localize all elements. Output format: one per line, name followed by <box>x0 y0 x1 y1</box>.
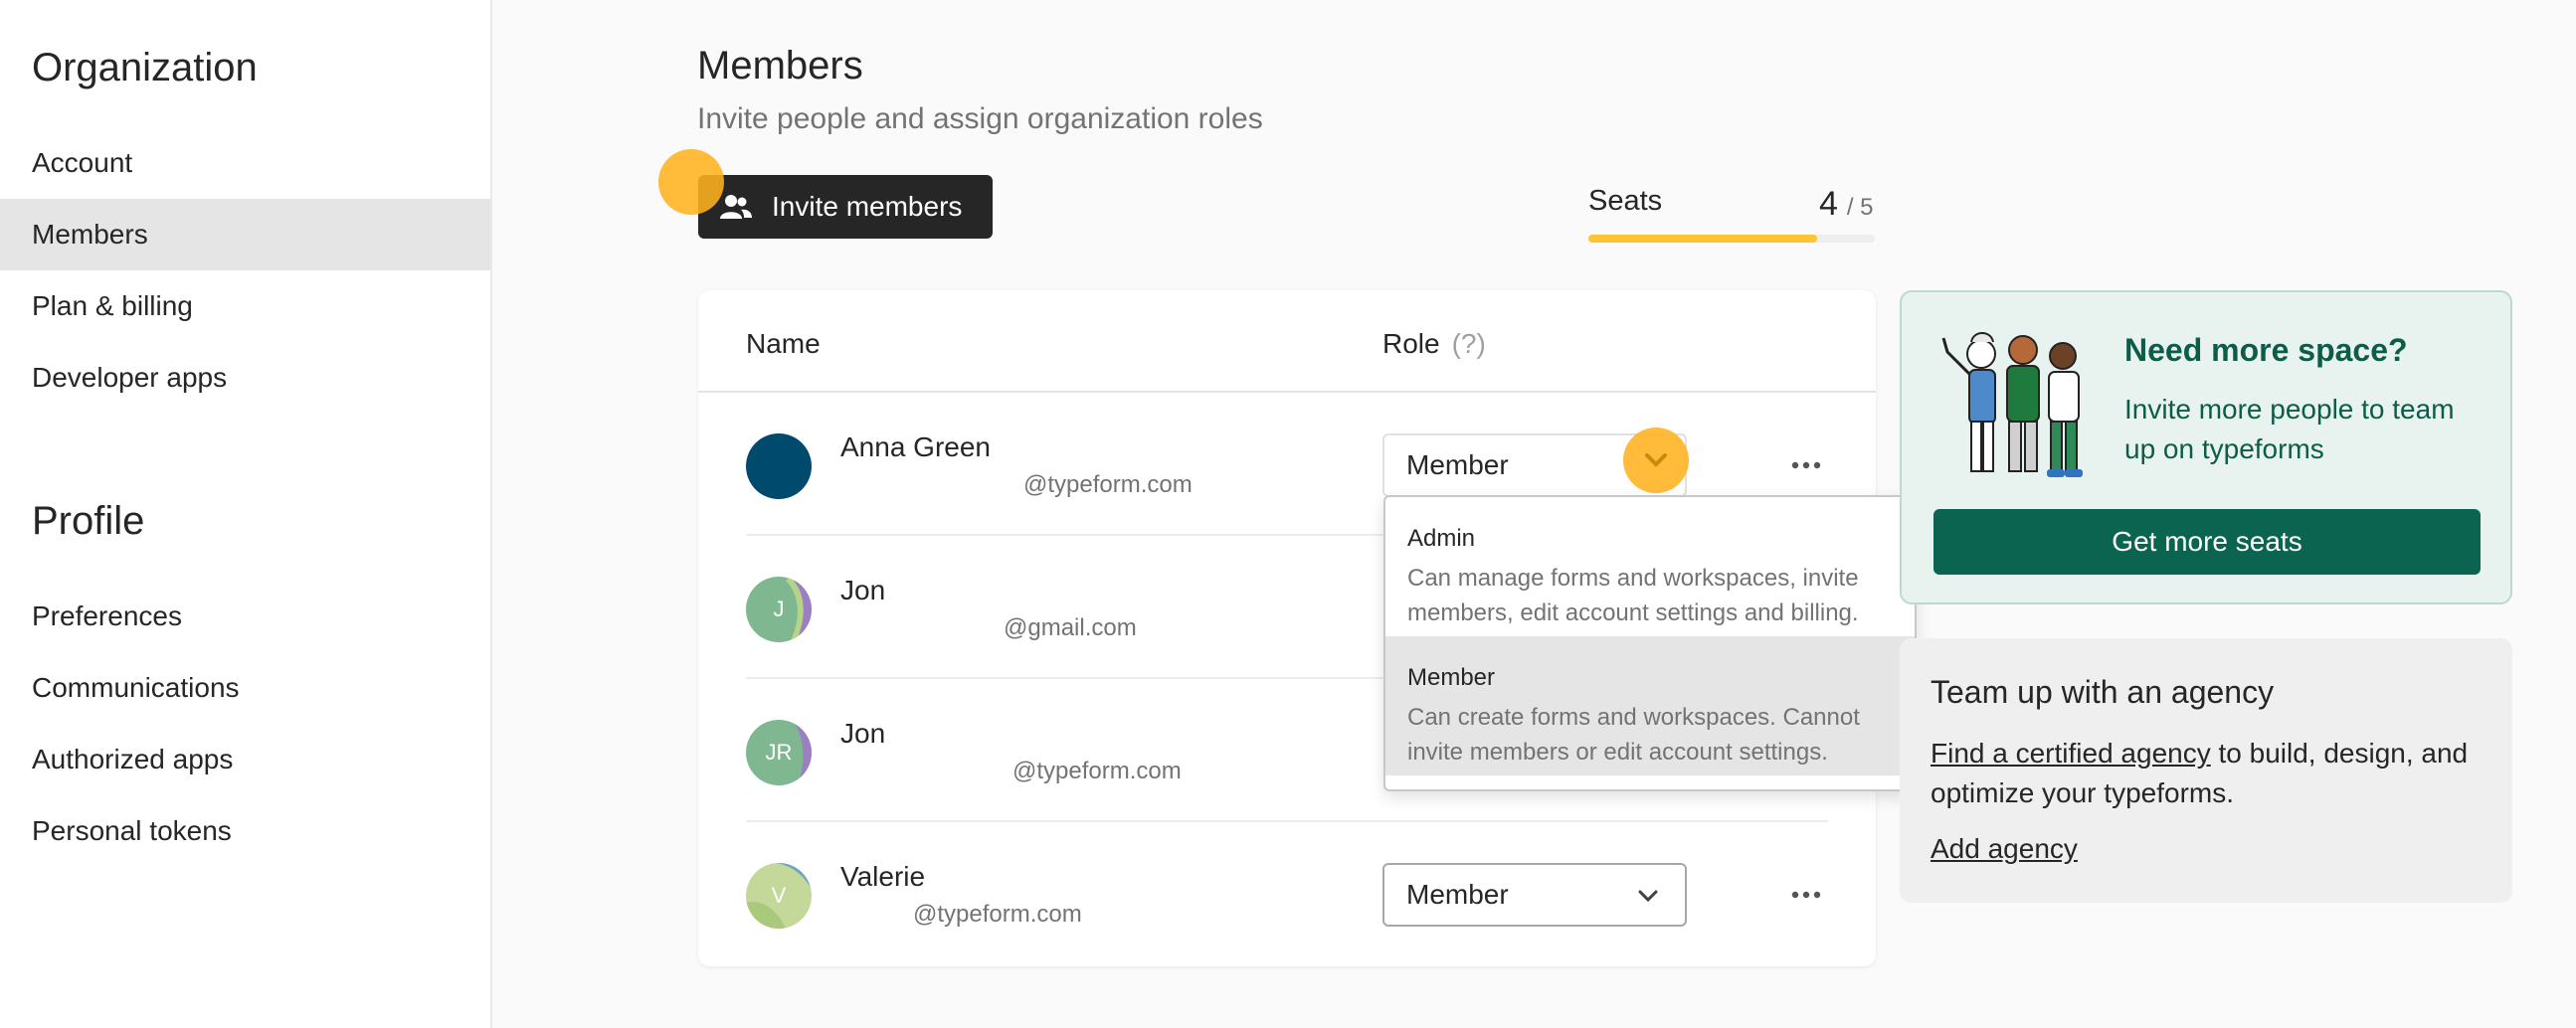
sidebar-item-members[interactable]: Members <box>0 199 490 270</box>
more-seats-promo: Need more space? Invite more people to t… <box>1900 290 2512 604</box>
role-option-description-line: Can create forms and workspaces. Cannot <box>1407 704 1860 731</box>
agency-title: Team up with an agency <box>1931 674 2275 710</box>
sidebar-item-preferences[interactable]: Preferences <box>0 581 490 652</box>
member-name: Valerie <box>840 861 926 892</box>
sidebar-item-communications[interactable]: Communications <box>0 652 490 724</box>
role-option-description-line: invite members or edit account settings. <box>1407 739 1828 766</box>
member-email: @typeform.com <box>1012 758 1182 784</box>
sidebar-item-developer-apps[interactable]: Developer apps <box>0 342 490 414</box>
member-email: @typeform.com <box>1023 471 1193 498</box>
seats-total: / 5 <box>1846 194 1874 221</box>
role-option-admin[interactable]: Admin Can manage forms and workspaces, i… <box>1385 497 1915 636</box>
avatar-initials: V <box>771 883 787 908</box>
member-name: Anna Green <box>840 431 991 462</box>
role-option-title: Member <box>1407 664 1496 691</box>
chevron-down-icon[interactable] <box>1623 428 1689 493</box>
sidebar-item-label: Authorized apps <box>32 744 234 774</box>
avatar: JR <box>746 720 812 785</box>
sidebar-item-label: Preferences <box>32 600 182 631</box>
more-horizontal-icon <box>1791 891 1821 899</box>
header-divider <box>698 391 1876 393</box>
seats-progress-fill <box>1588 235 1818 243</box>
more-options-button[interactable] <box>1782 445 1830 485</box>
member-email: @typeform.com <box>913 901 1082 928</box>
row-divider <box>746 820 1828 822</box>
role-select-value: Member <box>1406 879 1509 910</box>
sidebar-item-label: Personal tokens <box>32 815 232 846</box>
sidebar-item-label: Members <box>32 219 148 250</box>
seats-label: Seats <box>1588 185 1663 217</box>
seats-count: 4 / 5 <box>1819 185 1874 224</box>
profile-heading: Profile <box>32 499 145 543</box>
member-email: @gmail.com <box>1004 614 1137 641</box>
people-group-illustration <box>1941 332 2083 477</box>
agency-text: Find a certified agency to build, design… <box>1931 734 2487 813</box>
sidebar-item-authorized-apps[interactable]: Authorized apps <box>0 724 490 795</box>
invite-members-button[interactable]: Invite members <box>698 175 993 239</box>
role-option-description-line: Can manage forms and workspaces, invite <box>1407 565 1859 592</box>
more-horizontal-icon <box>1791 461 1821 469</box>
sidebar-item-label: Developer apps <box>32 362 228 393</box>
role-option-title: Admin <box>1407 525 1476 552</box>
promo-text: Invite more people to team up on typefor… <box>2124 394 2455 464</box>
sidebar-item-personal-tokens[interactable]: Personal tokens <box>0 795 490 867</box>
seats-progress-bar <box>1588 235 1875 243</box>
role-option-description: Can create forms and workspaces. Cannot … <box>1407 700 1893 770</box>
column-header-name: Name <box>746 328 821 359</box>
page-subtitle: Invite people and assign organization ro… <box>697 102 1263 135</box>
role-select-value: Member <box>1406 449 1509 480</box>
member-name: Jon <box>840 575 886 605</box>
role-option-description: Can manage forms and workspaces, invite … <box>1407 561 1893 630</box>
sidebar-item-label: Communications <box>32 672 240 703</box>
sidebar: Organization Account Members Plan & bill… <box>0 0 492 1028</box>
sidebar-item-label: Plan & billing <box>32 290 193 321</box>
get-more-seats-button[interactable]: Get more seats <box>1933 509 2481 575</box>
chevron-down-icon <box>1638 890 1658 903</box>
role-dropdown-menu: Admin Can manage forms and workspaces, i… <box>1383 495 1917 791</box>
avatar: J <box>746 577 812 642</box>
find-agency-link[interactable]: Find a certified agency <box>1931 738 2211 769</box>
column-header-role: Role (?) <box>1382 328 1486 360</box>
role-option-description-line: members, edit account settings and billi… <box>1407 600 1859 626</box>
sidebar-item-account[interactable]: Account <box>0 127 490 199</box>
avatar-initials: J <box>773 597 785 621</box>
role-option-member[interactable]: Member Can create forms and workspaces. … <box>1385 636 1915 775</box>
role-help-link[interactable]: (?) <box>1452 328 1486 359</box>
agency-card: Team up with an agency Find a certified … <box>1900 638 2512 903</box>
role-select[interactable]: Member <box>1382 863 1687 927</box>
sidebar-item-label: Account <box>32 147 133 178</box>
seats-used: 4 <box>1819 185 1838 223</box>
avatar: V <box>746 863 812 929</box>
avatar <box>746 433 812 499</box>
more-options-button[interactable] <box>1782 875 1830 915</box>
invite-members-label: Invite members <box>772 191 963 222</box>
avatar-initials: JR <box>765 740 793 765</box>
add-agency-link[interactable]: Add agency <box>1931 833 2078 865</box>
add-user-icon <box>720 195 752 219</box>
click-highlight-marker <box>658 149 724 215</box>
member-name: Jon <box>840 718 886 749</box>
column-header-role-label: Role <box>1382 328 1440 359</box>
sidebar-item-plan-billing[interactable]: Plan & billing <box>0 270 490 342</box>
page-title: Members <box>697 44 863 87</box>
organization-heading: Organization <box>32 46 258 89</box>
promo-title: Need more space? <box>2124 332 2408 368</box>
